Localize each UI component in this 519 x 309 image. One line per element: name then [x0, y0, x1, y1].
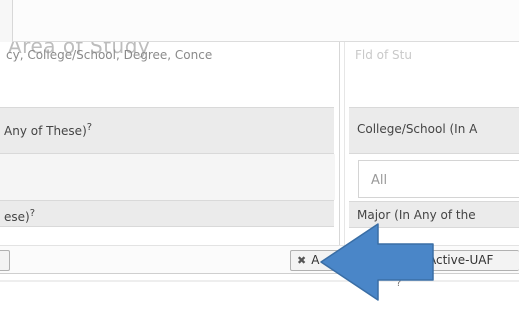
left-arrow-icon [320, 223, 434, 301]
annotation-arrow [320, 223, 434, 301]
